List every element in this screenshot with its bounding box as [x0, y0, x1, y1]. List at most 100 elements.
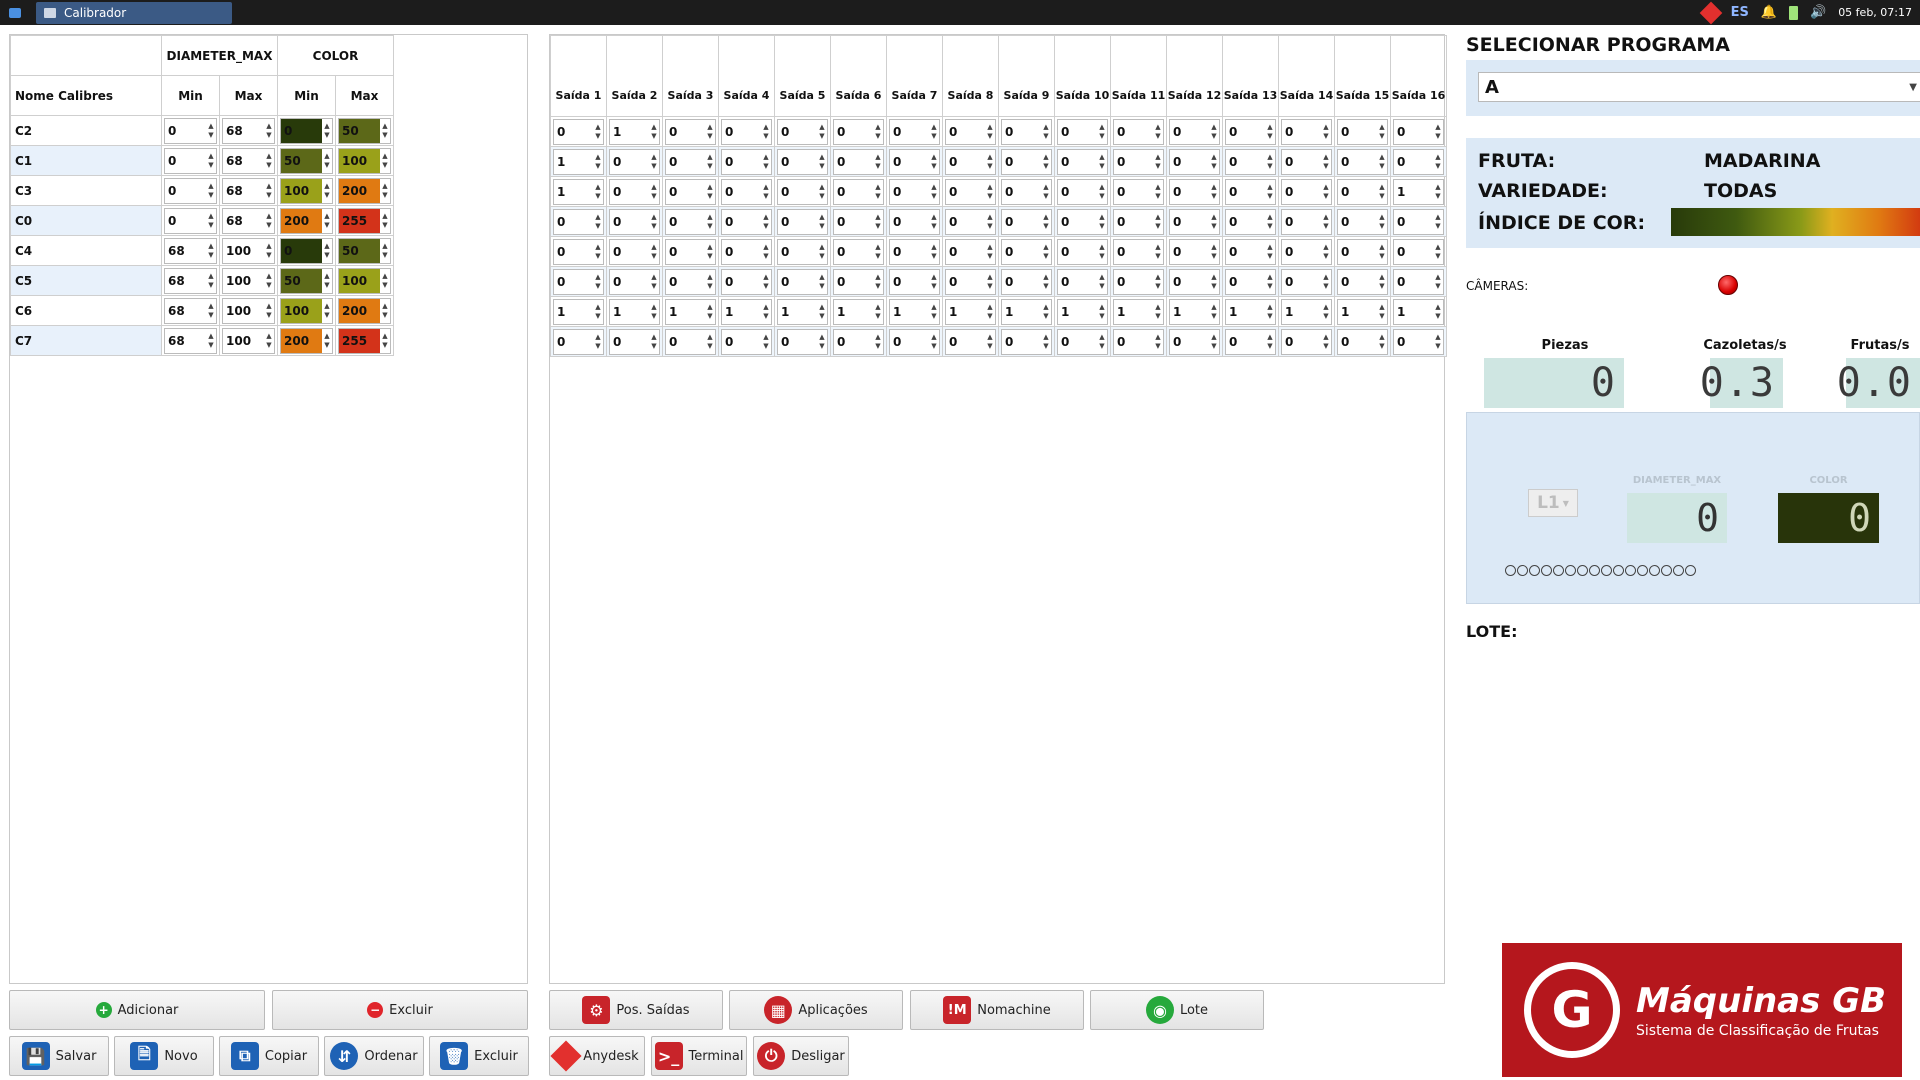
color-max-spinbox[interactable]: 200 ▲ ▼ [338, 177, 391, 204]
spin-arrows-icon[interactable]: ▲ ▼ [206, 332, 216, 350]
spin-arrows-icon[interactable]: ▲ ▼ [1265, 153, 1275, 171]
spin-arrows-icon[interactable]: ▲ ▼ [593, 243, 603, 261]
spin-arrows-icon[interactable]: ▲ ▼ [705, 243, 715, 261]
spin-arrows-icon[interactable]: ▲ ▼ [985, 243, 995, 261]
output-spinbox[interactable]: 0 ▲ ▼ [721, 328, 772, 355]
output-spinbox[interactable]: 0 ▲ ▼ [1281, 328, 1332, 355]
spin-arrows-icon[interactable]: ▲ ▼ [206, 242, 216, 260]
nomachine-button[interactable]: !M Nomachine [910, 990, 1084, 1030]
color-min-spinbox[interactable]: 200 ▲ ▼ [280, 207, 333, 234]
output-positions-button[interactable]: ⚙ Pos. Saídas [549, 990, 723, 1030]
spin-arrows-icon[interactable]: ▲ ▼ [985, 333, 995, 351]
spin-arrows-icon[interactable]: ▲ ▼ [985, 153, 995, 171]
spin-arrows-icon[interactable]: ▲ ▼ [1209, 303, 1219, 321]
spin-arrows-icon[interactable]: ▲ ▼ [985, 183, 995, 201]
output-spinbox[interactable]: 0 ▲ ▼ [665, 238, 716, 265]
spin-arrows-icon[interactable]: ▲ ▼ [705, 123, 715, 141]
spin-arrows-icon[interactable]: ▲ ▼ [206, 152, 216, 170]
spin-arrows-icon[interactable]: ▲ ▼ [1321, 273, 1331, 291]
spin-arrows-icon[interactable]: ▲ ▼ [322, 212, 332, 230]
spin-arrows-icon[interactable]: ▲ ▼ [817, 213, 827, 231]
spin-arrows-icon[interactable]: ▲ ▼ [1433, 123, 1443, 141]
spin-arrows-icon[interactable]: ▲ ▼ [705, 273, 715, 291]
diameter-max-spinbox[interactable]: 100 ▲ ▼ [222, 297, 275, 324]
calibre-name[interactable]: C1 [10, 145, 162, 176]
spin-arrows-icon[interactable]: ▲ ▼ [380, 212, 390, 230]
spin-arrows-icon[interactable]: ▲ ▼ [817, 153, 827, 171]
color-min-spinbox[interactable]: 0 ▲ ▼ [280, 117, 333, 144]
output-spinbox[interactable]: 0 ▲ ▼ [1337, 208, 1388, 235]
calibre-name[interactable]: C4 [10, 235, 162, 266]
output-spinbox[interactable]: 0 ▲ ▼ [833, 148, 884, 175]
program-select[interactable]: A ▼ [1478, 72, 1920, 102]
output-spinbox[interactable]: 0 ▲ ▼ [1057, 118, 1108, 145]
spin-arrows-icon[interactable]: ▲ ▼ [593, 333, 603, 351]
color-max-spinbox[interactable]: 255 ▲ ▼ [338, 327, 391, 354]
delete-calibre-button[interactable]: − Excluir [272, 990, 528, 1030]
output-spinbox[interactable]: 1 ▲ ▼ [553, 178, 604, 205]
spin-arrows-icon[interactable]: ▲ ▼ [985, 123, 995, 141]
spin-arrows-icon[interactable]: ▲ ▼ [873, 273, 883, 291]
output-spinbox[interactable]: 1 ▲ ▼ [553, 148, 604, 175]
calibre-name[interactable]: C3 [10, 175, 162, 206]
spin-arrows-icon[interactable]: ▲ ▼ [817, 123, 827, 141]
output-spinbox[interactable]: 0 ▲ ▼ [1337, 268, 1388, 295]
notification-bell-icon[interactable]: 🔔 [1761, 5, 1777, 20]
output-spinbox[interactable]: 0 ▲ ▼ [1057, 178, 1108, 205]
diameter-min-spinbox[interactable]: 68 ▲ ▼ [164, 327, 217, 354]
spin-arrows-icon[interactable]: ▲ ▼ [1321, 243, 1331, 261]
output-spinbox[interactable]: 0 ▲ ▼ [1001, 118, 1052, 145]
spin-arrows-icon[interactable]: ▲ ▼ [929, 273, 939, 291]
spin-arrows-icon[interactable]: ▲ ▼ [1377, 183, 1387, 201]
spin-arrows-icon[interactable]: ▲ ▼ [929, 303, 939, 321]
sort-button[interactable]: ⇵ Ordenar [324, 1036, 424, 1076]
color-max-spinbox[interactable]: 100 ▲ ▼ [338, 147, 391, 174]
spin-arrows-icon[interactable]: ▲ ▼ [985, 213, 995, 231]
color-min-spinbox[interactable]: 100 ▲ ▼ [280, 177, 333, 204]
output-spinbox[interactable]: 0 ▲ ▼ [889, 148, 940, 175]
spin-arrows-icon[interactable]: ▲ ▼ [264, 242, 274, 260]
clock[interactable]: 05 feb, 07:17 [1838, 6, 1912, 19]
color-min-spinbox[interactable]: 100 ▲ ▼ [280, 297, 333, 324]
spin-arrows-icon[interactable]: ▲ ▼ [873, 153, 883, 171]
output-spinbox[interactable]: 0 ▲ ▼ [1337, 328, 1388, 355]
spin-arrows-icon[interactable]: ▲ ▼ [705, 303, 715, 321]
applications-button[interactable]: ▦ Aplicações [729, 990, 903, 1030]
color-max-spinbox[interactable]: 255 ▲ ▼ [338, 207, 391, 234]
spin-arrows-icon[interactable]: ▲ ▼ [761, 153, 771, 171]
output-spinbox[interactable]: 0 ▲ ▼ [1225, 118, 1276, 145]
output-spinbox[interactable]: 1 ▲ ▼ [889, 298, 940, 325]
spin-arrows-icon[interactable]: ▲ ▼ [322, 302, 332, 320]
anydesk-button[interactable]: Anydesk [549, 1036, 645, 1076]
spin-arrows-icon[interactable]: ▲ ▼ [929, 153, 939, 171]
output-spinbox[interactable]: 0 ▲ ▼ [1057, 328, 1108, 355]
output-spinbox[interactable]: 0 ▲ ▼ [553, 268, 604, 295]
spin-arrows-icon[interactable]: ▲ ▼ [1041, 243, 1051, 261]
spin-arrows-icon[interactable]: ▲ ▼ [1153, 243, 1163, 261]
spin-arrows-icon[interactable]: ▲ ▼ [1265, 213, 1275, 231]
spin-arrows-icon[interactable]: ▲ ▼ [380, 332, 390, 350]
new-button[interactable]: 🗎 Novo [114, 1036, 214, 1076]
spin-arrows-icon[interactable]: ▲ ▼ [1153, 183, 1163, 201]
diameter-max-spinbox[interactable]: 100 ▲ ▼ [222, 327, 275, 354]
spin-arrows-icon[interactable]: ▲ ▼ [264, 182, 274, 200]
spin-arrows-icon[interactable]: ▲ ▼ [817, 273, 827, 291]
spin-arrows-icon[interactable]: ▲ ▼ [593, 183, 603, 201]
spin-arrows-icon[interactable]: ▲ ▼ [380, 152, 390, 170]
output-spinbox[interactable]: 0 ▲ ▼ [1169, 238, 1220, 265]
diameter-max-spinbox[interactable]: 100 ▲ ▼ [222, 237, 275, 264]
output-spinbox[interactable]: 0 ▲ ▼ [833, 238, 884, 265]
spin-arrows-icon[interactable]: ▲ ▼ [206, 212, 216, 230]
spin-arrows-icon[interactable]: ▲ ▼ [264, 122, 274, 140]
spin-arrows-icon[interactable]: ▲ ▼ [873, 303, 883, 321]
spin-arrows-icon[interactable]: ▲ ▼ [761, 213, 771, 231]
output-spinbox[interactable]: 0 ▲ ▼ [1001, 178, 1052, 205]
output-spinbox[interactable]: 0 ▲ ▼ [1169, 178, 1220, 205]
color-max-spinbox[interactable]: 50 ▲ ▼ [338, 117, 391, 144]
spin-arrows-icon[interactable]: ▲ ▼ [1265, 273, 1275, 291]
diameter-max-spinbox[interactable]: 68 ▲ ▼ [222, 207, 275, 234]
diameter-min-spinbox[interactable]: 68 ▲ ▼ [164, 237, 217, 264]
spin-arrows-icon[interactable]: ▲ ▼ [873, 183, 883, 201]
volume-icon[interactable]: 🔊 [1810, 5, 1826, 20]
output-spinbox[interactable]: 0 ▲ ▼ [1337, 148, 1388, 175]
